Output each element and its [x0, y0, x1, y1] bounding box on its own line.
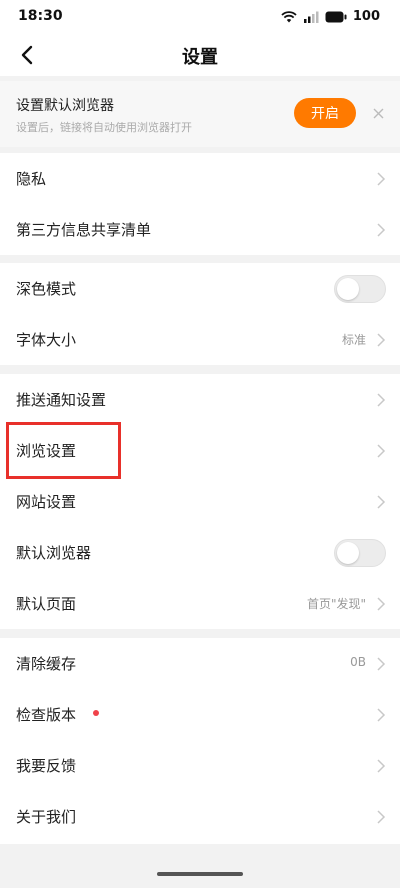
settings-row-privacy[interactable]: 隐私 [0, 153, 400, 204]
row-label: 字体大小 [16, 331, 77, 349]
settings-row-default-browser: 默认浏览器 [0, 527, 400, 578]
row-label: 清除缓存 [16, 655, 77, 673]
banner-close-button[interactable] [368, 103, 388, 123]
status-icons: 100 [281, 9, 380, 24]
settings-row-font-size[interactable]: 字体大小 标准 [0, 314, 400, 365]
font-size-value: 标准 [341, 333, 366, 347]
row-label: 第三方信息共享清单 [16, 221, 152, 239]
chevron-right-icon [377, 657, 386, 671]
row-label: 推送通知设置 [16, 391, 107, 409]
chevron-right-icon [377, 759, 386, 773]
page-title: 设置 [182, 47, 218, 68]
group-about: 清除缓存 0B 检查版本 我要反馈 关于我们 [0, 638, 400, 844]
row-label: 默认页面 [16, 595, 77, 613]
default-page-value: 首页"发现" [306, 597, 366, 611]
settings-row-dark-mode: 深色模式 [0, 263, 400, 314]
default-browser-banner: 设置默认浏览器 设置后，链接将自动使用浏览器打开 开启 [0, 81, 400, 147]
settings-row-feedback[interactable]: 我要反馈 [0, 740, 400, 791]
chevron-right-icon [377, 393, 386, 407]
battery-icon [325, 11, 347, 22]
settings-row-check-version[interactable]: 检查版本 [0, 689, 400, 740]
battery-level: 100 [352, 9, 380, 24]
row-label: 默认浏览器 [16, 544, 92, 562]
settings-screen: 18:30 100 设置 设置默认浏览器 设置后，链接将自动使用浏览器打开 开启… [0, 0, 400, 888]
settings-row-website-settings[interactable]: 网站设置 [0, 476, 400, 527]
row-label: 检查版本 [16, 706, 77, 724]
dark-mode-toggle[interactable] [334, 275, 386, 303]
highlight-box [6, 422, 121, 479]
chevron-right-icon [377, 810, 386, 824]
settings-row-push-notifications[interactable]: 推送通知设置 [0, 374, 400, 425]
close-icon [373, 108, 383, 118]
settings-row-default-page[interactable]: 默认页面 首页"发现" [0, 578, 400, 629]
group-display: 深色模式 字体大小 标准 [0, 263, 400, 365]
settings-row-third-party-list[interactable]: 第三方信息共享清单 [0, 204, 400, 255]
nav-bar: 设置 [0, 34, 400, 76]
update-badge-dot [93, 710, 99, 716]
toggle-knob [337, 542, 359, 564]
chevron-right-icon [377, 708, 386, 722]
enable-button[interactable]: 开启 [294, 98, 356, 128]
signal-icon [303, 11, 319, 23]
banner-subtitle: 设置后，链接将自动使用浏览器打开 [16, 121, 192, 134]
status-time: 18:30 [18, 8, 63, 24]
group-privacy: 隐私 第三方信息共享清单 [0, 153, 400, 255]
chevron-right-icon [377, 333, 386, 347]
chevron-right-icon [377, 223, 386, 237]
group-browsing: 推送通知设置 浏览设置 网站设置 默认浏览器 默认页面 首页"发现" [0, 374, 400, 629]
status-bar: 18:30 100 [0, 0, 400, 34]
settings-row-about-us[interactable]: 关于我们 [0, 791, 400, 842]
home-indicator [157, 872, 243, 876]
row-label: 网站设置 [16, 493, 77, 511]
row-label: 深色模式 [16, 280, 77, 298]
banner-title: 设置默认浏览器 [16, 98, 114, 114]
wifi-icon [281, 10, 297, 22]
row-label: 隐私 [16, 170, 47, 188]
cache-size-value: 0B [350, 655, 366, 669]
default-browser-toggle[interactable] [334, 539, 386, 567]
toggle-knob [337, 278, 359, 300]
settings-row-clear-cache[interactable]: 清除缓存 0B [0, 638, 400, 689]
row-label: 关于我们 [16, 808, 77, 826]
chevron-right-icon [377, 172, 386, 186]
chevron-right-icon [377, 495, 386, 509]
row-label: 我要反馈 [16, 757, 77, 775]
chevron-right-icon [377, 597, 386, 611]
chevron-right-icon [377, 444, 386, 458]
